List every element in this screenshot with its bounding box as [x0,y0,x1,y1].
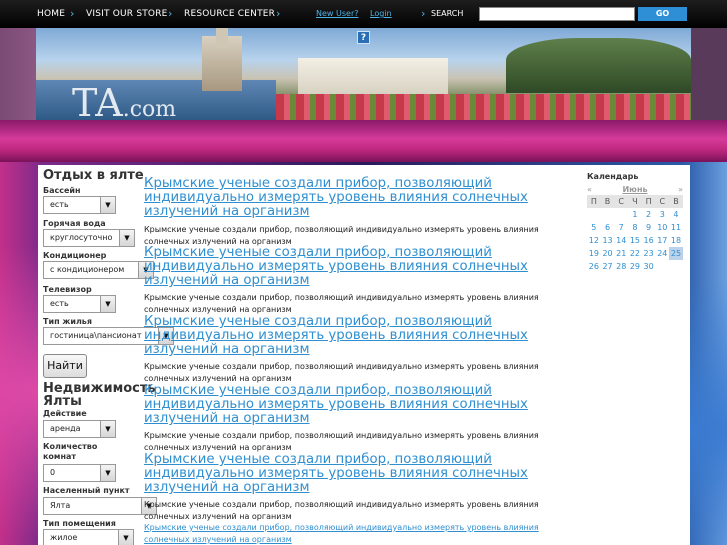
nav-resource-center[interactable]: RESOURCE CENTER [184,9,275,19]
calendar-widget: « Июнь » П В С Ч П С В 1 2 3 4 5 6 7 8 9 10 11 12 13 14 15 16 1… [587,183,683,273]
article-title[interactable]: Крымские ученые создали прибор, позволяю… [144,246,564,288]
field-label-rooms: Количество комнат [43,442,98,461]
calendar-day[interactable]: 11 [669,221,683,234]
calendar-month[interactable]: Июнь [622,185,647,194]
calendar-day[interactable]: 30 [642,260,656,273]
calendar-day[interactable]: 20 [601,247,615,260]
article-excerpt: Крымские ученые создали прибор, позволяю… [144,293,539,314]
dropdown-arrow-icon: ▼ [118,530,133,545]
calendar-weekday: В [600,195,615,208]
calendar-weekday: С [614,195,629,208]
field-label-housing-type: Тип жилья [43,317,92,326]
calendar-day[interactable]: 23 [642,247,656,260]
dropdown-arrow-icon: ▼ [119,230,134,246]
calendar-grid: П В С Ч П С В 1 2 3 4 5 6 7 8 9 10 11 12 13 14 15 16 17 18 19 20 21… [587,195,683,273]
calendar-day[interactable]: 3 [655,208,669,221]
dropdown-arrow-icon: ▼ [100,421,115,437]
calendar-day[interactable]: 26 [587,260,601,273]
calendar-day[interactable]: 24 [655,247,669,260]
search-label: SEARCH [431,9,464,18]
search-input[interactable] [479,7,635,21]
calendar-empty-cell [614,208,628,221]
article-title[interactable]: Крымские ученые создали прибор, позволяю… [144,315,564,357]
field-label-locality: Населенный пункт [43,486,130,495]
go-button[interactable]: GO [638,7,687,21]
calendar-day[interactable]: 29 [628,260,642,273]
calendar-day[interactable]: 5 [587,221,601,234]
field-label-hot-water: Горячая вода [43,219,106,228]
calendar-day[interactable]: 12 [587,234,601,247]
calendar-day[interactable]: 1 [628,208,642,221]
calendar-day[interactable]: 9 [642,221,656,234]
calendar-prev-button[interactable]: « [587,185,592,194]
chevron-right-icon: › [70,7,75,20]
article-title[interactable]: Крымские ученые создали прибор, позволяю… [144,177,564,219]
field-label-air-conditioner: Кондиционер [43,251,107,260]
rest-search-title: Отдых в ялте [43,168,144,183]
nav-home[interactable]: HOME [37,9,65,19]
nav-visit-store[interactable]: VISIT OUR STORE [86,9,168,19]
locality-select[interactable]: Ялта ▼ [43,497,157,515]
calendar-weekday: П [587,195,601,208]
help-icon[interactable]: ? [357,31,370,44]
calendar-next-button[interactable]: » [678,185,683,194]
login-link[interactable]: Login [370,9,392,18]
new-user-link[interactable]: New User? [316,9,358,18]
dropdown-arrow-icon: ▼ [100,197,115,213]
rooms-select[interactable]: 0 ▼ [43,464,116,482]
calendar-day[interactable]: 16 [642,234,656,247]
dropdown-arrow-icon: ▼ [100,465,115,481]
tv-select[interactable]: есть ▼ [43,295,116,313]
field-label-action: Действие [43,409,87,418]
calendar-day[interactable]: 21 [614,247,628,260]
chevron-right-icon: › [276,7,281,20]
action-select[interactable]: аренда ▼ [43,420,116,438]
calendar-day[interactable]: 8 [628,221,642,234]
decorative-band [0,120,727,162]
calendar-day[interactable]: 7 [614,221,628,234]
calendar-day[interactable]: 14 [614,234,628,247]
article-title[interactable]: Крымские ученые создали прибор, позволяю… [144,384,564,426]
calendar-empty-cell [587,208,601,221]
article-link[interactable]: Крымские ученые создали прибор, позволяю… [144,522,584,545]
calendar-day[interactable]: 27 [601,260,615,273]
calendar-day[interactable]: 2 [642,208,656,221]
calendar-day[interactable]: 17 [655,234,669,247]
find-button[interactable]: Найти [43,354,87,378]
calendar-day[interactable]: 18 [669,234,683,247]
chevron-right-icon: › [168,7,173,20]
article-excerpt: Крымские ученые создали прибор, позволяю… [144,500,539,521]
premises-type-select[interactable]: жилое ▼ [43,529,134,545]
pool-select[interactable]: есть ▼ [43,196,116,214]
calendar-day[interactable]: 4 [669,208,683,221]
field-label-tv: Телевизор [43,285,92,294]
calendar-weekday: П [641,195,656,208]
calendar-empty-cell [601,208,615,221]
calendar-day[interactable]: 22 [628,247,642,260]
calendar-title: Календарь [587,172,639,181]
article-excerpt: Крымские ученые создали прибор, позволяю… [144,362,539,383]
site-logo[interactable]: TA.com [72,84,176,120]
dropdown-arrow-icon: ▼ [100,296,115,312]
calendar-day[interactable]: 6 [601,221,615,234]
calendar-weekday: В [669,195,683,208]
calendar-day[interactable]: 15 [628,234,642,247]
calendar-day[interactable]: 28 [614,260,628,273]
article-excerpt: Крымские ученые создали прибор, позволяю… [144,431,539,452]
calendar-day[interactable]: 13 [601,234,615,247]
air-conditioner-select[interactable]: с кондиционером ▼ [43,261,154,279]
realty-title: Недвижимость Ялты [43,381,156,409]
field-label-premises-type: Тип помещения [43,519,116,528]
hot-water-select[interactable]: круглосуточно ▼ [43,229,135,247]
field-label-pool: Бассейн [43,186,81,195]
chevron-right-icon: › [421,7,426,20]
calendar-day[interactable]: 25 [669,247,683,260]
calendar-weekday: Ч [628,195,642,208]
article-title[interactable]: Крымские ученые создали прибор, позволяю… [144,453,564,495]
calendar-weekday: С [655,195,670,208]
calendar-day[interactable]: 19 [587,247,601,260]
calendar-day[interactable]: 10 [655,221,669,234]
top-navigation-bar: HOME › VISIT OUR STORE › RESOURCE CENTER… [0,0,727,28]
